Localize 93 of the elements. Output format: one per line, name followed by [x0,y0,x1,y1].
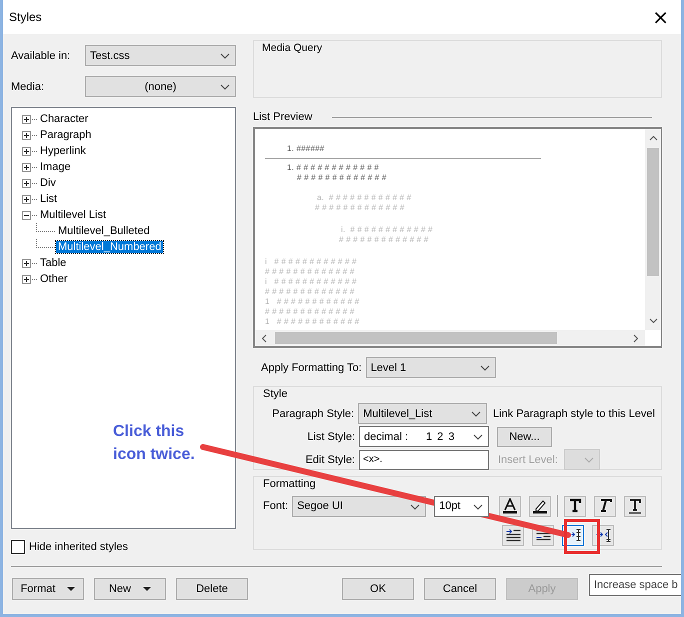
highlight-icon [531,498,550,514]
expand-toggle[interactable] [22,114,31,124]
preview-text: # # # # # # # # # # # # # [314,203,405,213]
scroll-down-icon[interactable] [648,318,658,324]
field-label: Edit Style: [304,454,355,466]
tree-item[interactable]: Multilevel_Numbered [56,241,164,253]
checkbox[interactable] [11,540,25,554]
field-label: Available in: [11,50,70,62]
chevron-icon [220,53,230,59]
field-label: Media: [11,80,44,92]
chevron-icon [584,457,594,463]
tree-item[interactable]: Div [38,177,58,189]
preview-text: a. # # # # # # # # # # # # [316,193,412,203]
expand-toggle[interactable] [22,178,31,188]
group-label: Formatting [263,478,316,490]
italic-button[interactable] [594,496,616,516]
checkbox-label: Hide inherited styles [29,541,128,553]
expand-toggle[interactable] [22,274,31,284]
available-in-dropdown[interactable]: Test.css [85,45,236,66]
field-label: List Style: [306,430,355,442]
preview-text: # # # # # # # # # # # # # [338,235,429,245]
tree-item[interactable]: Paragraph [38,129,94,141]
expand-toggle[interactable] [22,194,31,204]
dialog-button[interactable]: Format [12,578,84,600]
preview-text: # # # # # # # # # # # # # [264,307,355,317]
field-label: Font: [263,500,288,512]
decrease-space-icon [596,529,610,542]
media-dropdown[interactable]: (none) [85,76,236,97]
field-label: Apply Formatting To: [261,362,362,374]
tree-item[interactable]: Other [38,273,70,285]
expand-toggle[interactable] [22,146,31,156]
font-color-icon [501,498,520,514]
preview-text: 1. # # # # # # # # # # # # [286,163,379,173]
close-button[interactable]: × [648,5,673,29]
scroll-up-icon[interactable] [648,135,658,141]
outdent-icon [506,529,520,542]
indent-icon [536,529,550,542]
window-title: Styles [9,10,42,24]
expand-toggle[interactable] [22,130,31,140]
chevron-icon [473,504,484,510]
tree-item[interactable]: Character [38,113,90,125]
vertical-scrollbar[interactable] [645,129,661,330]
preview-text: # # # # # # # # # # # # # [264,267,355,277]
tooltip: Increase space b [589,574,681,596]
font-color-button[interactable] [499,496,522,516]
chevron-icon [220,84,230,90]
scroll-left-icon[interactable] [261,334,267,342]
group-label: Style [263,388,288,400]
highlight-frame [564,519,600,554]
scroll-right-icon[interactable] [633,334,639,342]
field-label: Paragraph Style: [271,408,354,420]
field-label: Insert Level: [498,454,559,466]
preview-text: 1 # # # # # # # # # # # # [264,297,360,307]
dialog-button[interactable]: OK [342,578,414,600]
chevron-icon [480,365,490,371]
font-size-dropdown[interactable]: 10pt [434,496,490,516]
dialog-button[interactable]: Cancel [424,578,496,600]
tree-item[interactable]: List [38,193,60,205]
chevron-icon [470,411,481,417]
new-button[interactable]: New... [497,426,552,446]
preview-text: # # # # # # # # # # # # # [264,287,355,297]
underline-button[interactable] [624,496,646,516]
group-label: Media Query [262,42,322,54]
chevron-icon [410,504,420,510]
tree-item[interactable]: Hyperlink [38,145,88,157]
section-label: List Preview [253,111,312,123]
list-style-dropdown[interactable]: decimal : 1 2 3 [359,426,489,447]
annotation-text: Click this icon twice. [113,422,196,465]
preview-text: # # # # # # # # # # # # # [296,173,387,183]
tree-item[interactable]: Table [38,257,68,269]
preview-text: i # # # # # # # # # # # # [264,257,357,267]
tree-item[interactable]: Image [38,161,73,173]
link-style-label: Link Paragraph style to this Level [492,408,655,420]
outdent-button[interactable] [502,525,524,546]
edit-style-field[interactable]: <x>. [359,450,489,470]
expand-toggle[interactable] [22,258,31,268]
expand-toggle[interactable] [22,162,31,172]
horizontal-scrollbar[interactable] [255,330,645,346]
tree-item[interactable]: Multilevel_Bulleted [56,225,152,237]
dialog-button[interactable]: Delete [176,578,248,600]
highlight-button[interactable] [529,496,552,516]
expand-toggle[interactable] [22,210,31,220]
bold-button[interactable] [564,496,586,516]
preview-text: i. # # # # # # # # # # # # [340,225,433,235]
apply-formatting-dropdown[interactable]: Level 1 [366,357,496,378]
preview-text: 1 # # # # # # # # # # # # [264,317,360,327]
tree-item[interactable]: Multilevel List [38,209,108,221]
paragraph-style-dropdown[interactable]: Multilevel_List [358,403,487,424]
font-dropdown[interactable]: Segoe UI [292,496,426,516]
preview-text: 1. ###### [286,144,324,154]
preview-text: i # # # # # # # # # # # # [264,277,357,287]
dialog-button[interactable]: New [94,578,166,600]
chevron-icon [473,434,483,440]
